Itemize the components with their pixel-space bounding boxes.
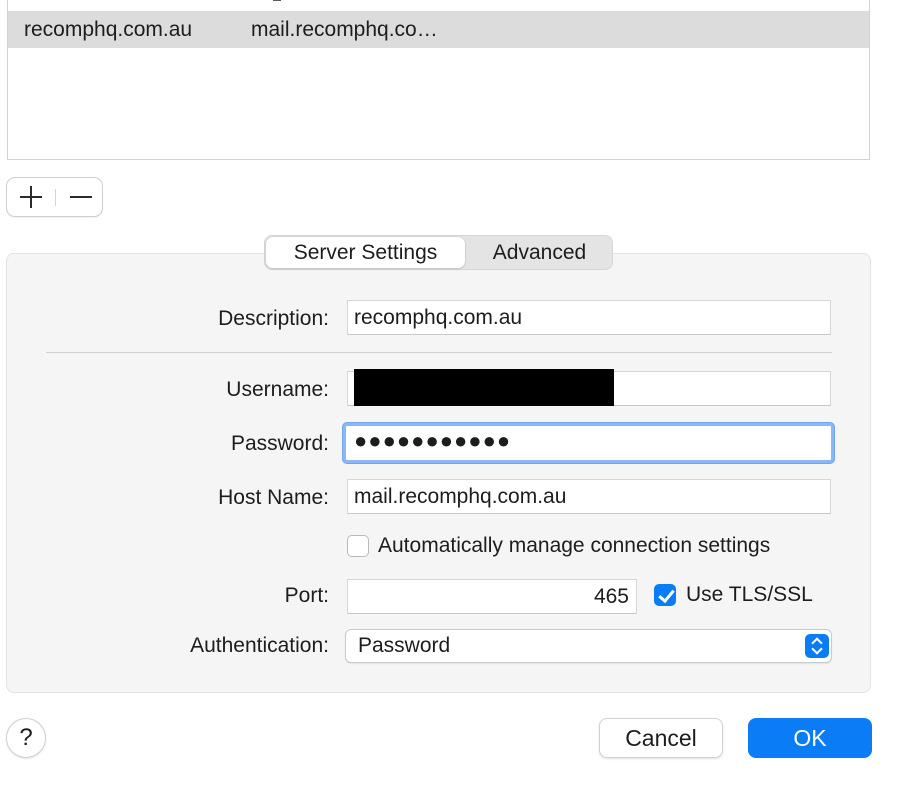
username-label: Username: xyxy=(226,378,329,401)
tab-bar: Server Settings Advanced xyxy=(264,235,613,270)
clipped-list-row xyxy=(8,0,869,11)
port-field[interactable]: 465 xyxy=(347,579,637,614)
password-label: Password: xyxy=(230,432,329,455)
port-label: Port: xyxy=(284,584,329,607)
use-tls-label[interactable]: Use TLS/SSL xyxy=(686,582,813,608)
checkmark-icon xyxy=(658,585,675,604)
tab-server-settings[interactable]: Server Settings xyxy=(266,237,465,268)
password-field[interactable]: ●●●●●●●●●●● xyxy=(343,423,834,463)
ok-button[interactable]: OK xyxy=(748,718,872,758)
tab-advanced[interactable]: Advanced xyxy=(468,237,611,268)
server-row-account: recomphq.com.au xyxy=(24,18,193,41)
mail-server-settings-dialog: recomphq.com.au mail.recomphq.co… Server… xyxy=(0,0,906,790)
auto-manage-checkbox[interactable] xyxy=(347,535,369,557)
authentication-label: Authentication: xyxy=(190,634,329,657)
help-button[interactable]: ? xyxy=(6,718,46,758)
remove-server-button[interactable] xyxy=(56,178,104,216)
cancel-button[interactable]: Cancel xyxy=(599,718,723,758)
updown-chevron-icon xyxy=(805,634,829,658)
redaction-block xyxy=(354,369,614,406)
description-field[interactable]: recomphq.com.au xyxy=(347,300,831,335)
add-remove-control xyxy=(6,177,103,217)
use-tls-checkbox[interactable] xyxy=(654,584,676,606)
server-list[interactable]: recomphq.com.au mail.recomphq.co… xyxy=(7,0,870,160)
server-row-hostname: mail.recomphq.co… xyxy=(251,18,438,41)
server-list-row[interactable]: recomphq.com.au mail.recomphq.co… xyxy=(8,11,869,48)
add-server-button[interactable] xyxy=(7,178,55,216)
auto-manage-label[interactable]: Automatically manage connection settings xyxy=(378,533,770,559)
host-name-label: Host Name: xyxy=(218,486,329,509)
description-label: Description: xyxy=(218,307,329,330)
authentication-value: Password xyxy=(358,634,451,657)
authentication-popup[interactable]: Password xyxy=(345,629,832,663)
form-divider xyxy=(46,352,832,353)
host-name-field[interactable]: mail.recomphq.com.au xyxy=(347,479,831,514)
